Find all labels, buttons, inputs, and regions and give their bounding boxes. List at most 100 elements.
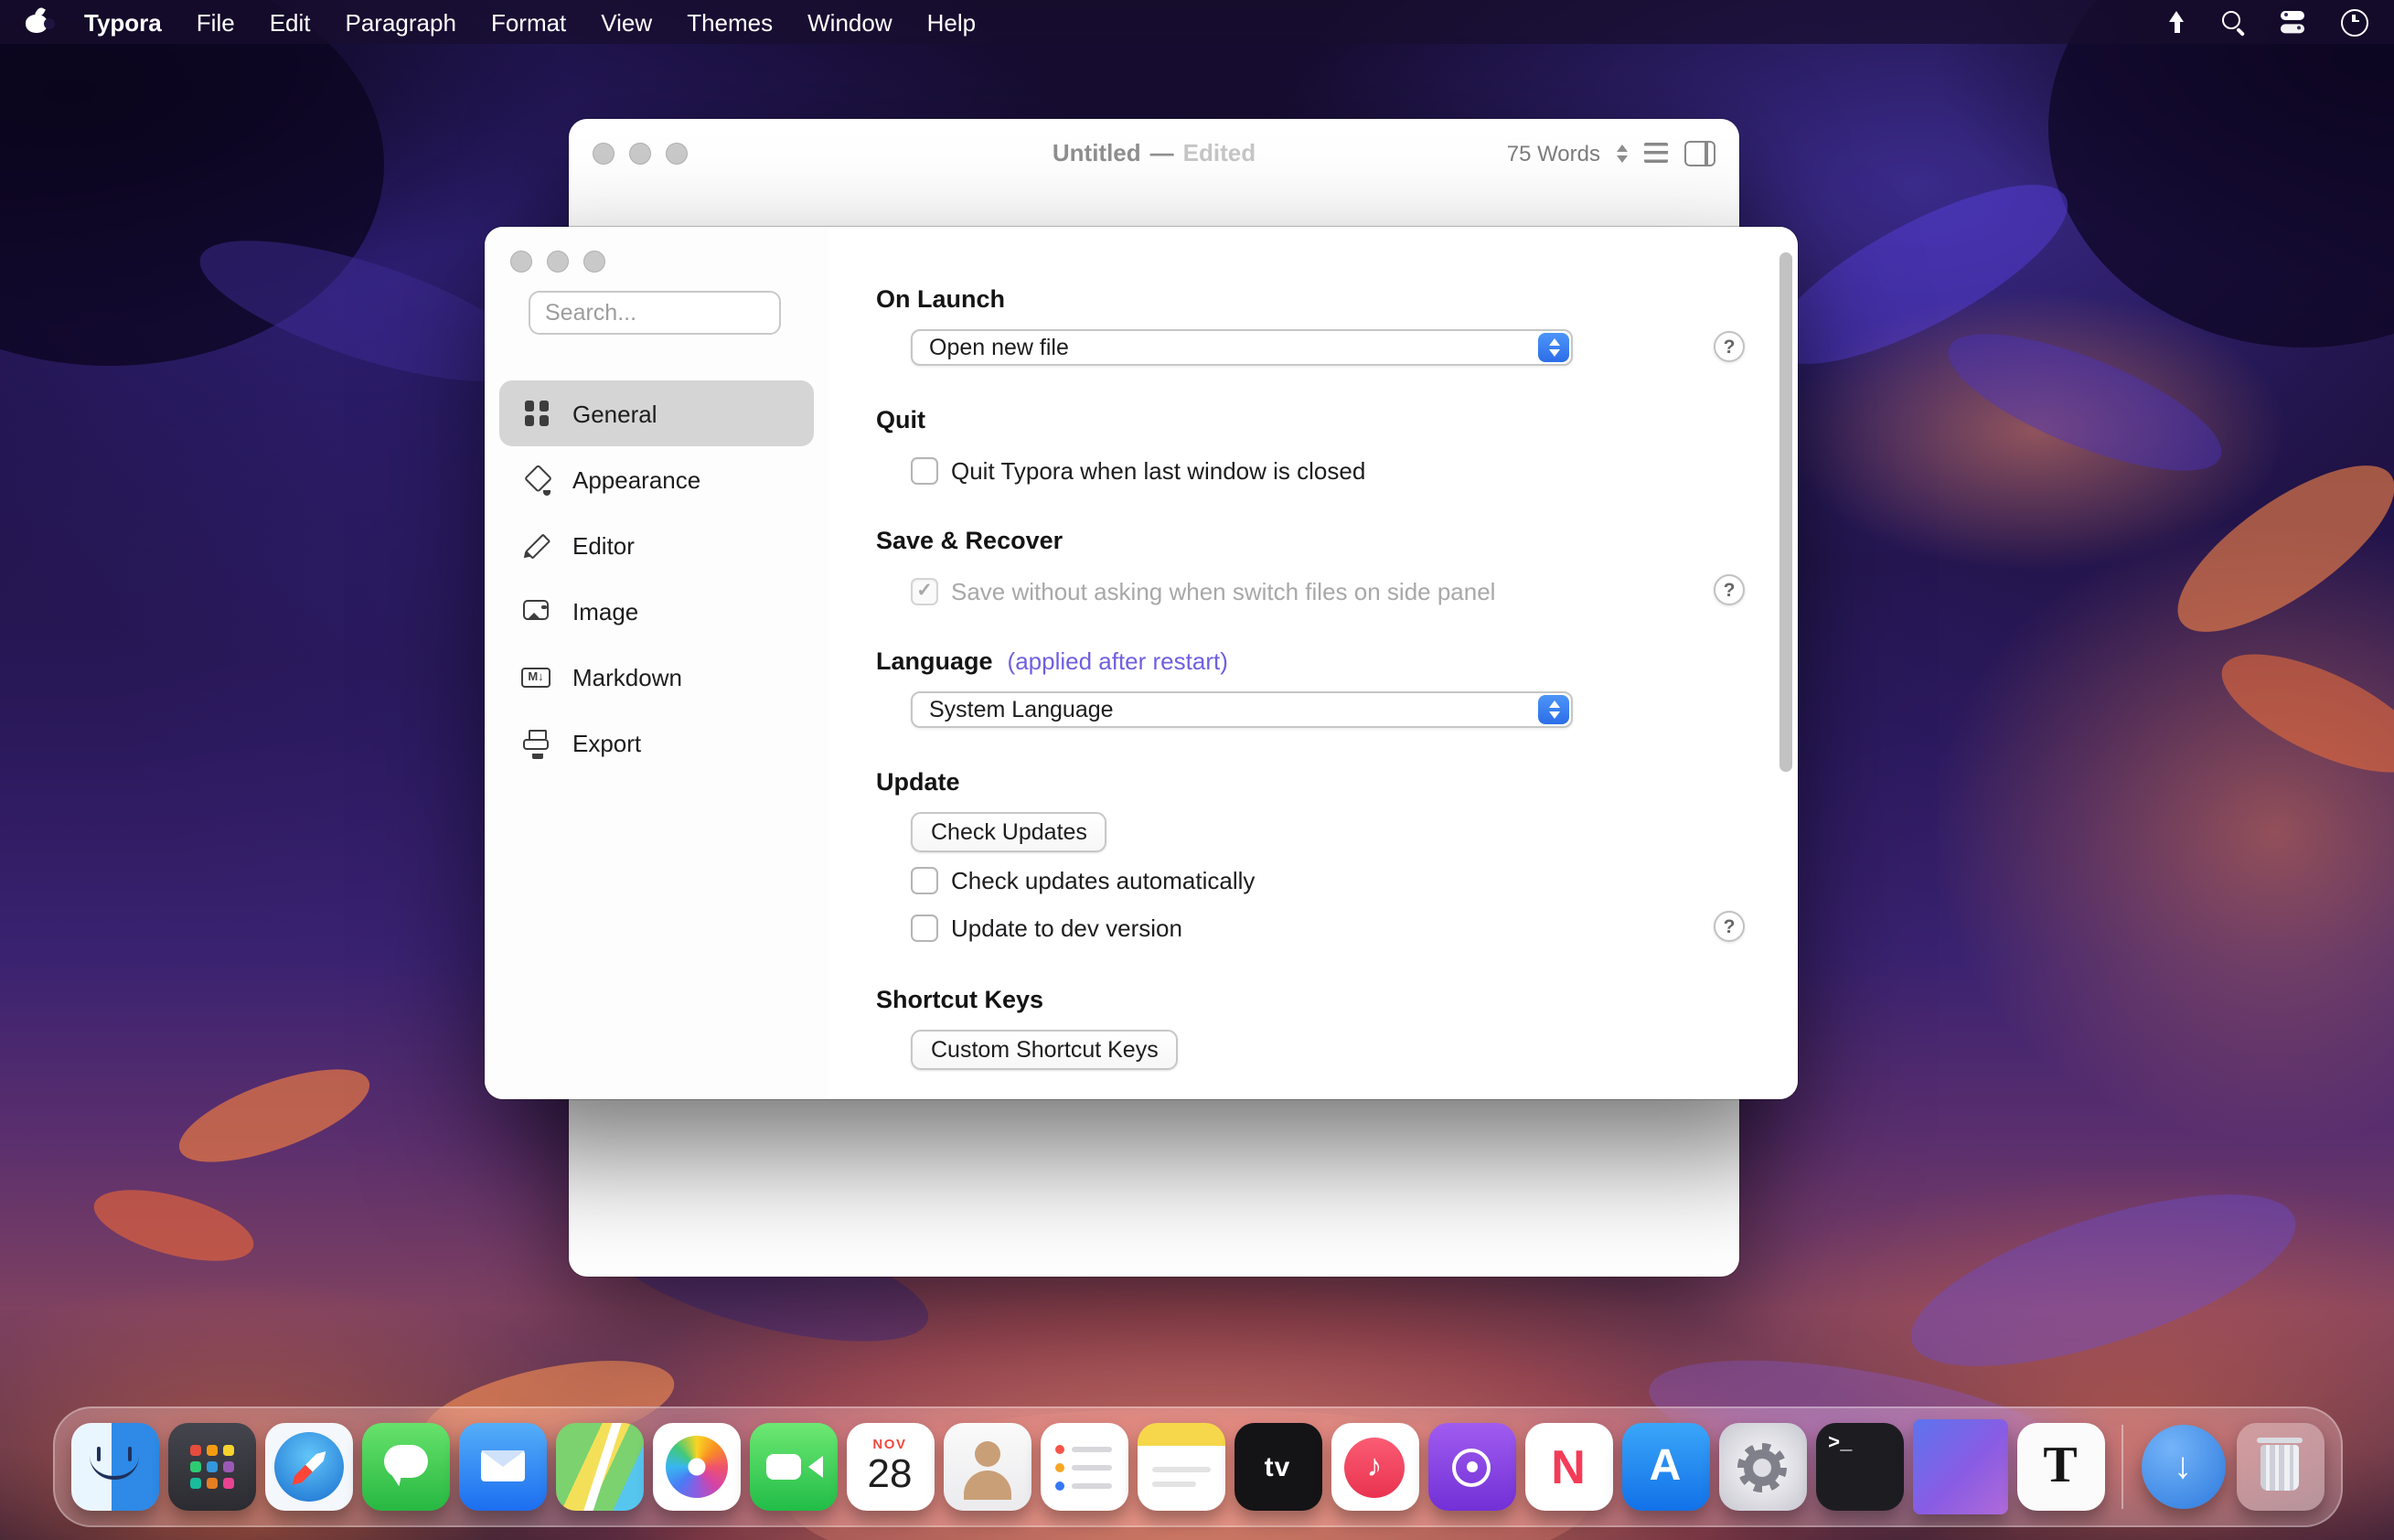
sidebar-item-export[interactable]: Export: [499, 710, 814, 775]
dock-finder-icon[interactable]: [70, 1423, 158, 1511]
sidebar-item-markdown[interactable]: M↓ Markdown: [499, 644, 814, 710]
document-titlebar[interactable]: Untitled — Edited 75 Words: [569, 119, 1739, 187]
icon-part: [581, 1423, 624, 1511]
menu-edit[interactable]: Edit: [270, 8, 311, 36]
dock-maps-icon[interactable]: [555, 1423, 643, 1511]
dock-mail-icon[interactable]: [458, 1423, 546, 1511]
icon-part: M↓: [521, 667, 550, 687]
icon-part: [543, 489, 550, 495]
icon-part: ♪: [1344, 1437, 1405, 1497]
sidebar-toggle-icon[interactable]: [1684, 140, 1715, 166]
dock-reminders-icon[interactable]: [1040, 1423, 1128, 1511]
minimize-button[interactable]: [547, 251, 569, 273]
typora-glyph: T: [2043, 1438, 2077, 1496]
dock-downloads-icon[interactable]: ↓: [2139, 1423, 2227, 1511]
help-button-on-launch[interactable]: ?: [1714, 331, 1745, 362]
dock-safari-icon[interactable]: [264, 1423, 352, 1511]
help-button-save-recover[interactable]: ?: [1714, 574, 1745, 605]
icon-part: [1151, 1467, 1210, 1471]
save-without-asking-label: Save without asking when switch files on…: [951, 577, 1495, 604]
dock-contacts-icon[interactable]: [943, 1423, 1031, 1511]
icon-part: [974, 1441, 999, 1467]
save-without-asking-checkbox[interactable]: ✓: [911, 577, 938, 604]
dock-calendar-icon[interactable]: NOV 28: [846, 1423, 934, 1511]
dock-podcasts-icon[interactable]: [1427, 1423, 1515, 1511]
control-center-icon[interactable]: [2281, 10, 2306, 34]
language-restart-note: (applied after restart): [1008, 647, 1228, 675]
dock-trash-icon[interactable]: [2236, 1423, 2324, 1511]
close-button[interactable]: [593, 142, 615, 164]
dock-facetime-icon[interactable]: [749, 1423, 837, 1511]
icon-part: [1548, 349, 1559, 357]
dock-typora-icon[interactable]: T: [2016, 1423, 2104, 1511]
dropdown-value: Open new file: [929, 331, 1069, 364]
calendar-day: 28: [868, 1452, 913, 1496]
clock-icon[interactable]: [2341, 8, 2368, 36]
dock-system-settings-icon[interactable]: [1718, 1423, 1806, 1511]
menu-file[interactable]: File: [197, 8, 235, 36]
icon-part: [1452, 1448, 1491, 1486]
dock-notes-icon[interactable]: [1137, 1423, 1224, 1511]
menu-format[interactable]: Format: [491, 8, 566, 36]
check-updates-automatically-label: Check updates automatically: [951, 866, 1255, 893]
dock-preview-thumbnail[interactable]: [1912, 1419, 2007, 1514]
sidebar-item-editor[interactable]: Editor: [499, 512, 814, 578]
dock-appstore-icon[interactable]: A: [1621, 1423, 1709, 1511]
preferences-window: General Appearance Editor: [485, 227, 1798, 1099]
menu-help[interactable]: Help: [927, 8, 977, 36]
icon-part: [529, 729, 547, 738]
check-updates-button[interactable]: Check Updates: [911, 812, 1107, 852]
dock-photos-icon[interactable]: [652, 1423, 740, 1511]
close-button[interactable]: [510, 251, 532, 273]
word-count[interactable]: 75 Words: [1507, 140, 1600, 166]
dock-messages-icon[interactable]: [361, 1423, 449, 1511]
check-updates-automatically-checkbox[interactable]: [911, 866, 938, 893]
icon-part: [523, 738, 549, 750]
icon-part: [1617, 144, 1628, 151]
menu-bar: Typora File Edit Paragraph Format View T…: [0, 0, 2394, 44]
zoom-button[interactable]: [583, 251, 605, 273]
icon-part: [1617, 155, 1628, 162]
icon-part: ↓: [2141, 1425, 2225, 1509]
icon-part: [524, 401, 534, 411]
menu-app-name[interactable]: Typora: [84, 8, 162, 36]
icon-part: [1054, 1444, 1063, 1453]
quit-checkbox[interactable]: [911, 456, 938, 484]
dock-news-icon[interactable]: N: [1524, 1423, 1612, 1511]
scrollbar[interactable]: [1779, 252, 1792, 772]
custom-shortcut-keys-button[interactable]: Custom Shortcut Keys: [911, 1030, 1179, 1070]
icon-part: [765, 1454, 800, 1480]
sidebar-item-image[interactable]: Image: [499, 578, 814, 644]
dock-appletv-icon[interactable]: tv: [1234, 1423, 1321, 1511]
language-dropdown[interactable]: System Language: [911, 691, 1573, 728]
menu-themes[interactable]: Themes: [687, 8, 773, 36]
zoom-button[interactable]: [666, 142, 688, 164]
markdown-icon: M↓: [521, 661, 552, 692]
icon-part: [1548, 339, 1559, 347]
menu-paragraph[interactable]: Paragraph: [346, 8, 456, 36]
icon-part: [1054, 1462, 1128, 1471]
update-dev-version-checkbox[interactable]: [911, 914, 938, 941]
help-button-dev-version[interactable]: ?: [1714, 911, 1745, 942]
display-arrow-icon[interactable]: [2165, 10, 2187, 34]
dock-music-icon[interactable]: ♪: [1331, 1423, 1418, 1511]
search-input[interactable]: [529, 291, 781, 335]
apple-menu-icon[interactable]: [26, 9, 49, 35]
icon-part: [89, 1452, 138, 1480]
dock-terminal-icon[interactable]: >_: [1815, 1423, 1903, 1511]
minimize-button[interactable]: [629, 142, 651, 164]
menu-view[interactable]: View: [601, 8, 652, 36]
dock: NOV 28 tv ♪ N A: [52, 1406, 2342, 1527]
sidebar-item-label: Export: [572, 729, 641, 756]
sidebar-item-appearance[interactable]: Appearance: [499, 446, 814, 512]
download-arrow-glyph: ↓: [2174, 1446, 2192, 1488]
dock-launchpad-icon[interactable]: [167, 1423, 255, 1511]
outline-list-icon[interactable]: [1644, 143, 1668, 163]
word-count-stepper-icon[interactable]: [1617, 144, 1628, 162]
section-heading-language: Language: [876, 647, 993, 677]
on-launch-dropdown[interactable]: Open new file: [911, 329, 1573, 366]
spotlight-search-icon[interactable]: [2222, 10, 2246, 34]
sidebar-item-general[interactable]: General: [499, 380, 814, 446]
pencil-icon: [521, 529, 552, 561]
menu-window[interactable]: Window: [807, 8, 892, 36]
